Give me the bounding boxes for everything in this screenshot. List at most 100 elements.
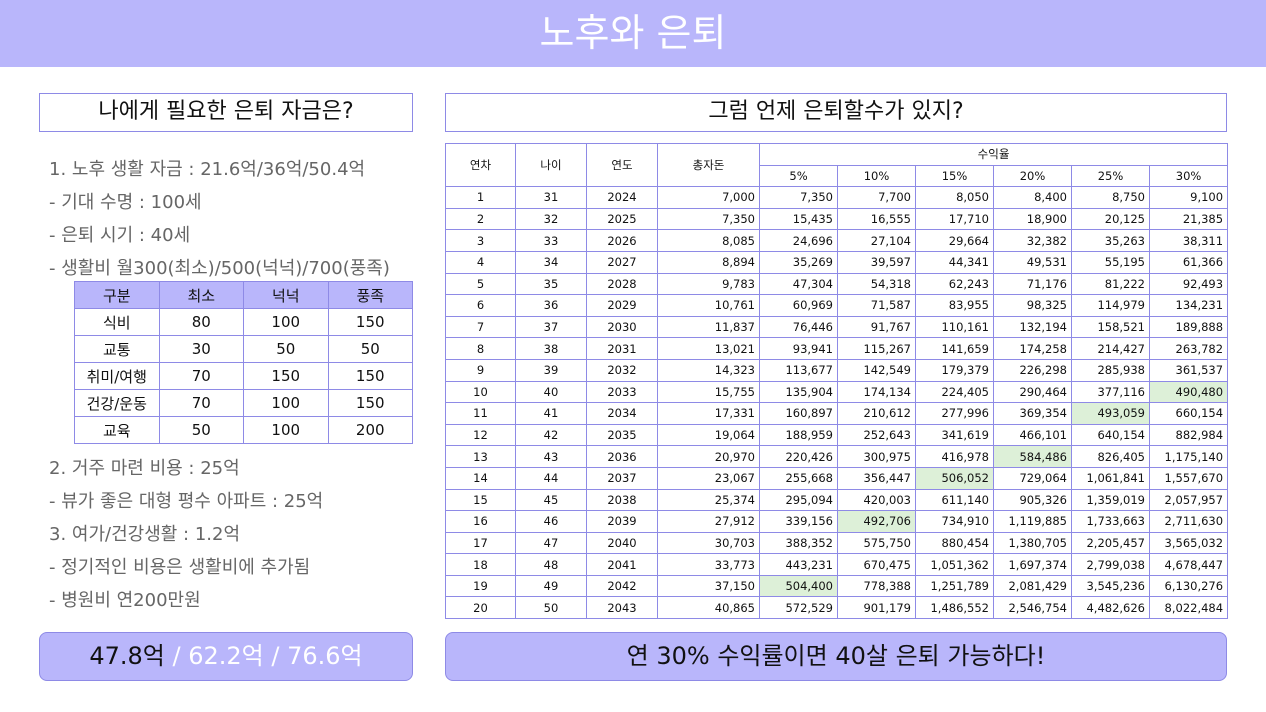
expense-header-cell: 넉넉 [243,281,329,309]
value-cell: 226,298 [993,358,1072,382]
value-cell: 729,064 [993,466,1072,490]
highlighted-value-cell: 584,486 [993,445,1072,468]
value-cell: 24,696 [759,229,838,252]
table-cell: 2041 [586,553,658,576]
value-cell: 295,094 [759,488,838,512]
value-cell: 32,382 [993,229,1072,252]
expense-cell: 교통 [74,335,160,363]
highlighted-value-cell: 492,706 [837,510,916,533]
table-cell: 2026 [586,229,658,252]
value-cell: 110,161 [915,315,994,339]
table-cell: 5 [445,272,516,296]
plan-line: - 병원비 연200만원 [49,590,201,611]
table-cell: 7 [445,315,516,339]
value-cell: 1,380,705 [993,531,1072,555]
header-bar: 노후와 은퇴 [0,0,1266,67]
expense-header-cell: 풍족 [327,281,413,309]
value-cell: 1,359,019 [1071,488,1150,512]
table-cell: 18 [445,553,516,576]
value-cell: 179,379 [915,358,994,382]
value-cell: 81,222 [1071,272,1150,296]
table-cell: 14 [445,466,516,490]
value-cell: 174,258 [993,337,1072,360]
value-cell: 443,231 [759,553,838,576]
rate-header: 15% [915,164,994,188]
table-cell: 2030 [586,315,658,339]
value-cell: 1,061,841 [1071,466,1150,490]
value-cell: 113,677 [759,358,838,382]
value-cell: 23,067 [657,466,760,490]
table-cell: 2042 [586,574,658,598]
value-cell: 3,545,236 [1071,574,1150,598]
table-row: 18 48 2041 33,773 443,231 670,475 1,051,362 1,6… [445,553,1229,576]
value-cell: 255,668 [759,466,838,490]
expense-cell: 80 [158,308,244,336]
value-cell: 8,050 [915,186,994,209]
value-cell: 466,101 [993,423,1072,447]
table-cell: 38 [515,337,587,360]
expense-row: 취미/여행 70 150 150 [74,362,413,390]
value-cell: 25,374 [657,488,760,512]
value-cell: 2,081,429 [993,574,1072,598]
value-cell: 61,366 [1148,250,1229,274]
expense-cell: 200 [327,416,413,444]
value-cell: 1,697,374 [993,553,1072,576]
value-cell: 44,341 [915,250,994,274]
value-cell: 62,243 [915,272,994,296]
table-cell: 2032 [586,358,658,382]
col-header-return-rate: 수익율 [758,143,1229,166]
value-cell: 361,537 [1148,358,1229,382]
table-cell: 15 [445,488,516,512]
value-cell: 6,130,276 [1148,574,1229,598]
retirement-fund-summary: 47.8억 / 62.2억 / 76.6억 [39,632,413,681]
expense-cell: 70 [158,389,244,417]
value-cell: 54,318 [837,272,916,296]
table-row: 13 43 2036 20,970 220,426 300,975 416,978 584,4… [445,445,1229,468]
value-cell: 71,176 [993,272,1072,296]
table-row: 11 41 2034 17,331 160,897 210,612 277,996 369,3… [445,402,1229,425]
table-row: 10 40 2033 15,755 135,904 174,134 224,405 290,4… [445,380,1229,404]
value-cell: 4,678,447 [1148,553,1229,576]
value-cell: 21,385 [1148,207,1229,231]
right-section-title: 그럼 언제 은퇴할수가 있지? [445,93,1227,132]
value-cell: 114,979 [1071,294,1150,317]
table-cell: 41 [515,402,587,425]
value-cell: 60,969 [759,294,838,317]
value-cell: 778,388 [837,574,916,598]
highlighted-value-cell: 493,059 [1071,402,1150,425]
value-cell: 27,912 [657,510,760,533]
table-cell: 2031 [586,337,658,360]
expense-cell: 건강/운동 [74,389,160,417]
page-title: 노후와 은퇴 [539,11,727,55]
value-cell: 18,900 [993,207,1072,231]
table-cell: 9 [445,358,516,382]
value-cell: 7,350 [759,186,838,209]
expense-cell: 150 [327,389,413,417]
table-row: 15 45 2038 25,374 295,094 420,003 611,140 905,3… [445,488,1229,512]
table-cell: 2039 [586,510,658,533]
plan-line: - 뷰가 좋은 대형 평수 아파트 : 25억 [49,491,324,512]
col-header-age: 나이 [515,142,587,188]
value-cell: 14,323 [657,358,760,382]
table-cell: 3 [445,229,516,252]
expense-cell: 50 [243,335,329,363]
value-cell: 214,427 [1071,337,1150,360]
table-row: 9 39 2032 14,323 113,677 142,549 179,379 226,29… [445,358,1229,382]
value-cell: 339,156 [759,510,838,533]
plan-line: - 정기적인 비용은 생활비에 추가됨 [49,557,311,578]
value-cell: 29,664 [915,229,994,252]
value-cell: 7,000 [657,186,760,209]
expense-row: 건강/운동 70 100 150 [74,389,413,417]
value-cell: 47,304 [759,272,838,296]
table-cell: 31 [515,186,587,209]
expense-row: 교육 50 100 200 [74,416,413,444]
table-cell: 8 [445,337,516,360]
expense-cell: 100 [243,308,329,336]
expense-cell: 50 [327,335,413,363]
value-cell: 575,750 [837,531,916,555]
plan-line: - 은퇴 시기 : 40세 [49,225,191,246]
table-row: 2 32 2025 7,350 15,435 16,555 17,710 18,900 20,1… [445,207,1229,231]
value-cell: 285,938 [1071,358,1150,382]
return-table: 연차 나이 연도 총자돈 수익율 5% 10% 15% 20% 25% 30% … [445,142,1229,620]
value-cell: 300,975 [837,445,916,468]
